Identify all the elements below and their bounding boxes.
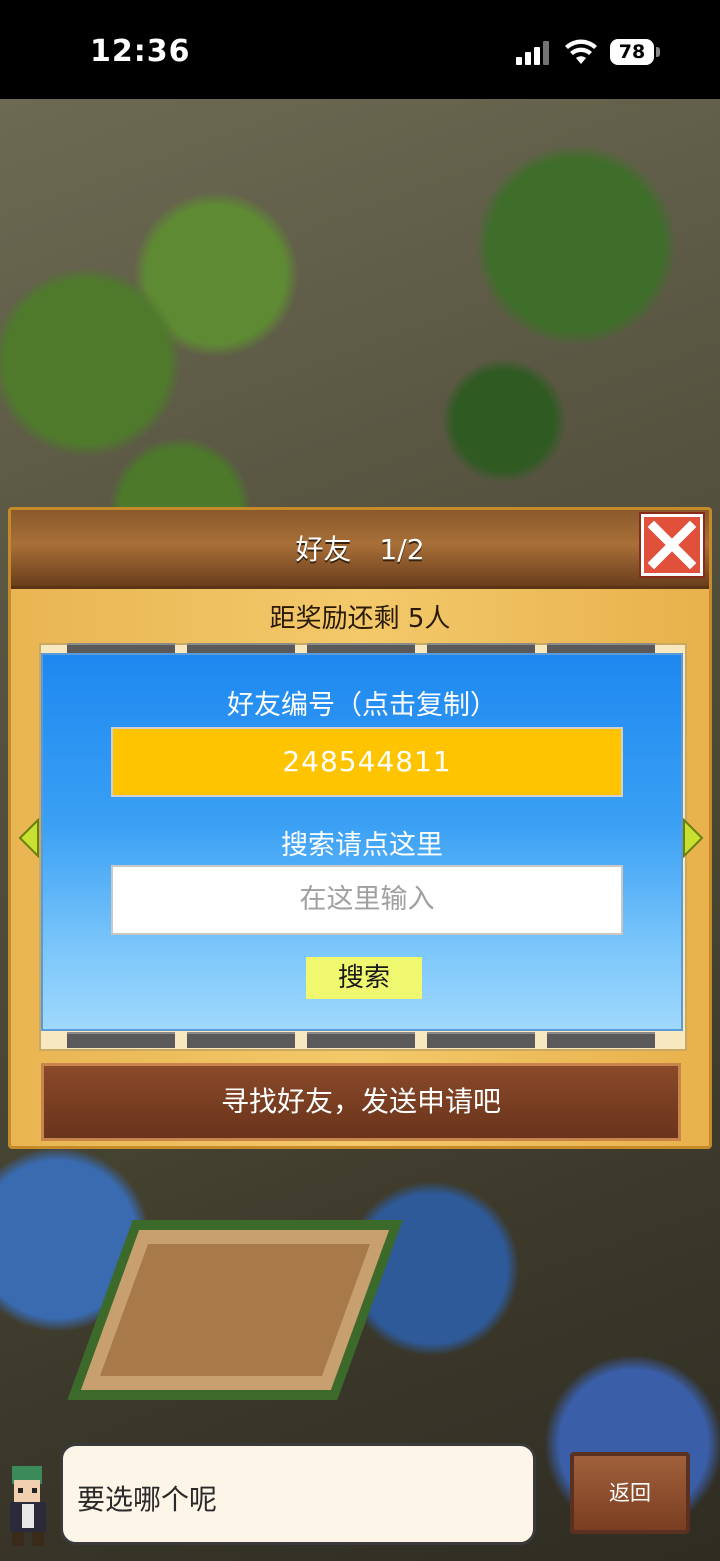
signal-icon [516,41,552,65]
search-label: 搜索请点这里 [281,830,443,861]
search-input[interactable]: 在这里输入 [111,865,623,935]
friend-slot-row-bottom [41,1032,685,1048]
back-button[interactable]: 返回 [570,1452,690,1534]
status-time: 12:36 [90,34,191,69]
wifi-icon [565,39,597,64]
friend-id-copy-field[interactable]: 248544811 [111,727,623,797]
battery-tip [656,47,660,57]
friends-dialog: 好友 1/2 距奖励还剩 5人 好友编号（点击复制） 248544811 搜索请… [8,507,712,1149]
close-icon [647,520,697,570]
friend-slot[interactable] [307,1032,415,1048]
friend-slot[interactable] [187,1032,295,1048]
reward-progress-text: 距奖励还剩 5人 [269,604,451,634]
close-button[interactable] [641,514,703,576]
dialog-title: 好友 1/2 [295,533,425,566]
friend-id-label: 好友编号（点击复制） [227,690,497,721]
speech-text: 要选哪个呢 [77,1483,218,1516]
friend-slot[interactable] [67,1032,175,1048]
dialog-header: 好友 1/2 [11,510,709,589]
battery-indicator: 78 [610,39,654,65]
arrow-left-icon[interactable] [18,818,40,858]
friend-slot[interactable] [547,1032,655,1048]
arrow-right-icon[interactable] [682,818,704,858]
character-avatar [10,1466,46,1546]
find-friends-button[interactable]: 寻找好友，发送申请吧 [41,1063,681,1141]
search-button[interactable]: 搜索 [306,957,422,999]
speech-bubble: 要选哪个呢 [60,1443,536,1545]
friend-slot[interactable] [427,1032,535,1048]
friend-search-panel: 好友编号（点击复制） 248544811 搜索请点这里 在这里输入 搜索 [41,653,683,1031]
status-bar: 12:36 78 [0,0,720,99]
